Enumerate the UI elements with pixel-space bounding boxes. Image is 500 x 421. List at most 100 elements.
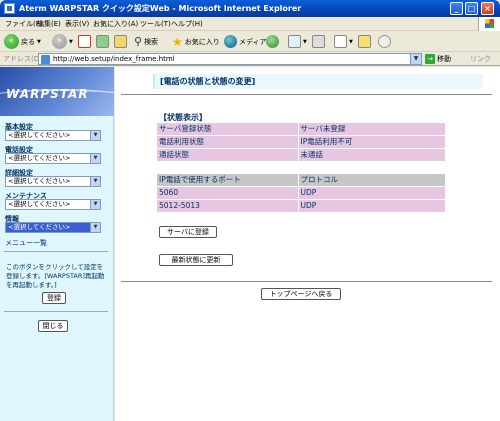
select-value: <選択してください>: [8, 177, 71, 185]
address-label: アドレス(D): [3, 55, 42, 63]
phone-settings-select[interactable]: <選択してください> ▼: [5, 153, 101, 164]
menu-list-link[interactable]: メニュー一覧: [5, 238, 47, 248]
search-label: 検索: [144, 37, 159, 46]
info-select[interactable]: <選択してください> ▼: [5, 222, 101, 233]
page-icon: [41, 55, 50, 64]
menu-view[interactable]: 表示(V): [65, 19, 89, 29]
go-label: 移動: [437, 55, 451, 63]
port-value: 5060: [157, 186, 298, 200]
title-bar: Aterm WARPSTAR クイック設定Web - Microsoft Int…: [0, 0, 500, 17]
mail-icon: [288, 35, 301, 48]
chevron-down-icon: ▼: [90, 131, 100, 140]
table-row: サーバ登録状態 サーバ未登録: [157, 123, 445, 136]
maximize-button[interactable]: □: [465, 2, 478, 15]
forward-arrow-icon: ›: [52, 34, 67, 49]
chevron-down-icon: ▼: [90, 223, 100, 232]
home-icon: [114, 35, 127, 48]
media-label: メディア: [239, 37, 267, 46]
chevron-down-icon: ▼: [90, 177, 100, 186]
maintenance-select[interactable]: <選択してください> ▼: [5, 199, 101, 210]
forward-dropdown-icon[interactable]: ▼: [69, 39, 73, 45]
register-note: このボタンをクリックして設定を登録します。[WARPSTAR]再起動を再起動しま…: [6, 263, 105, 289]
select-value: <選択してください>: [8, 154, 71, 162]
table-row: 5012-5013 UDP: [157, 199, 445, 213]
stop-button[interactable]: [78, 33, 91, 50]
divider: [121, 94, 492, 95]
close-window-button[interactable]: 閉じる: [38, 320, 68, 332]
media-icon: [224, 35, 237, 48]
table-header-row: IP電話で使用するポート プロトコル: [157, 174, 445, 187]
windows-logo-icon: [478, 17, 500, 31]
address-url: http://web.setup/index_frame.html: [53, 55, 175, 63]
sidebar-frame: WARPSTAR 基本設定 <選択してください> ▼ 電話設定 <選択してくださ…: [0, 67, 114, 421]
menu-help[interactable]: ヘルプ(H): [171, 19, 203, 29]
go-button[interactable]: → 移動: [425, 54, 451, 64]
search-icon: ⚲: [134, 35, 143, 48]
table-row: 通話状態 未通話: [157, 148, 445, 162]
chevron-down-icon: ▼: [90, 200, 100, 209]
history-button[interactable]: [266, 33, 279, 50]
back-arrow-icon: ‹: [4, 34, 19, 49]
status-value: IP電話利用不可: [297, 135, 445, 149]
print-button[interactable]: [312, 33, 325, 50]
messenger-button[interactable]: [378, 33, 391, 50]
menu-edit[interactable]: 編集(E): [37, 19, 61, 29]
advanced-settings-select[interactable]: <選択してください> ▼: [5, 176, 101, 187]
favorites-label: お気に入り: [184, 37, 220, 46]
links-label[interactable]: リンク: [470, 54, 491, 64]
discuss-button[interactable]: [358, 33, 371, 50]
server-register-button[interactable]: サーバに登録: [159, 226, 217, 238]
home-button[interactable]: [114, 33, 127, 50]
protocol-header: プロトコル: [297, 174, 445, 187]
edit-dropdown-icon[interactable]: ▼: [349, 39, 353, 45]
search-button[interactable]: ⚲ 検索: [134, 33, 158, 50]
status-label: サーバ登録状態: [157, 123, 298, 136]
toolbar: ‹ 戻る ▼ › ▼ ⚲ 検索 ★ お気に入り メディア ▼ ▼: [0, 31, 500, 52]
divider: [4, 251, 108, 252]
divider: [4, 311, 108, 312]
forward-button[interactable]: › ▼: [52, 33, 73, 50]
ie-icon: [4, 3, 15, 14]
back-dropdown-icon[interactable]: ▼: [37, 39, 41, 45]
messenger-icon: [378, 35, 391, 48]
status-value: 未通話: [297, 148, 445, 162]
register-button[interactable]: 登録: [42, 292, 66, 304]
page-title: [電話の状態と状態の変更]: [153, 74, 483, 89]
top-page-button[interactable]: トップページへ戻る: [261, 288, 341, 300]
media-button[interactable]: メディア: [224, 33, 267, 50]
history-icon: [266, 35, 279, 48]
star-icon: ★: [172, 34, 183, 49]
minimize-button[interactable]: _: [450, 2, 463, 15]
window-title: Aterm WARPSTAR クイック設定Web - Microsoft Int…: [19, 4, 302, 13]
divider: [121, 281, 492, 282]
mail-button[interactable]: ▼: [288, 33, 307, 50]
mail-dropdown-icon[interactable]: ▼: [303, 39, 307, 45]
address-bar: アドレス(D) http://web.setup/index_frame.htm…: [0, 52, 500, 66]
table-row: 電話利用状態 IP電話利用不可: [157, 135, 445, 149]
main-frame: [電話の状態と状態の変更] 【状態表示】 サーバ登録状態 サーバ未登録 電話利用…: [115, 67, 500, 421]
favorites-button[interactable]: ★ お気に入り: [172, 33, 220, 50]
close-button[interactable]: ×: [481, 2, 494, 15]
edit-button[interactable]: ▼: [334, 33, 353, 50]
warpstar-logo: WARPSTAR: [0, 67, 114, 116]
refresh-button[interactable]: [96, 33, 109, 50]
address-dropdown-icon[interactable]: ▼: [410, 54, 421, 64]
menu-bar: ファイル(F) 編集(E) 表示(V) お気に入り(A) ツール(T) ヘルプ(…: [0, 17, 500, 31]
status-label: 通話状態: [157, 148, 298, 162]
back-button[interactable]: ‹ 戻る ▼: [4, 33, 41, 50]
brand-name: WARPSTAR: [6, 87, 89, 101]
protocol-value: UDP: [297, 186, 445, 200]
select-value: <選択してください>: [8, 131, 71, 139]
select-value: <選択してください>: [8, 200, 71, 208]
address-input[interactable]: http://web.setup/index_frame.html ▼: [38, 53, 422, 65]
port-value: 5012-5013: [157, 199, 298, 213]
menu-favorites[interactable]: お気に入り(A): [93, 19, 138, 29]
discuss-icon: [358, 35, 371, 48]
refresh-icon: [96, 35, 109, 48]
menu-tools[interactable]: ツール(T): [140, 19, 171, 29]
refresh-status-button[interactable]: 最新状態に更新: [159, 254, 233, 266]
stop-icon: [78, 35, 91, 48]
basic-settings-select[interactable]: <選択してください> ▼: [5, 130, 101, 141]
table-row: 5060 UDP: [157, 186, 445, 200]
status-label: 電話利用状態: [157, 135, 298, 149]
